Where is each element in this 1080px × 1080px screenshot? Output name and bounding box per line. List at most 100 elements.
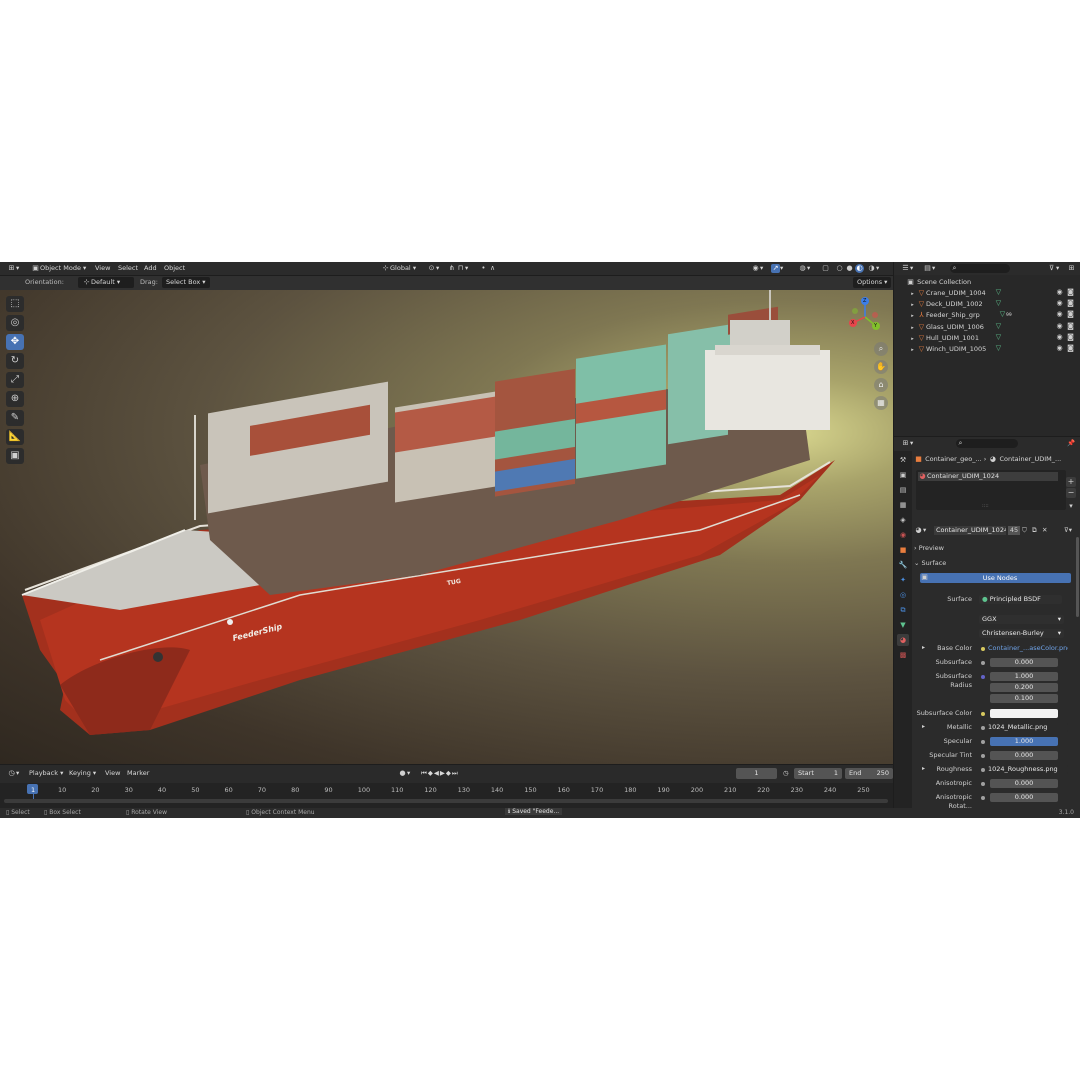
world-tab-icon[interactable]: ◉ — [897, 529, 909, 541]
list-resize-grip[interactable]: :::: — [982, 503, 989, 509]
navigation-gizmo[interactable]: Z Y X — [845, 295, 885, 335]
surface-panel-header[interactable]: ⌄ Surface — [914, 558, 1078, 569]
end-frame-field[interactable]: End 250 — [845, 768, 893, 779]
constraints-tab-icon[interactable]: ⧉ — [897, 604, 909, 616]
display-mode-button[interactable]: ▤▾ — [920, 263, 938, 274]
duplicate-material-icon[interactable]: ⧉ — [1032, 525, 1037, 536]
specular-field[interactable]: 1.000 — [990, 737, 1058, 746]
playback-controls[interactable]: ⏮◆◀▶◆⏭ — [418, 768, 462, 779]
add-cube-tool-icon[interactable]: ▣ — [6, 448, 24, 464]
modifier-tab-icon[interactable]: 🔧 — [897, 559, 909, 571]
expand-arrow-icon[interactable]: ▸ — [908, 301, 917, 310]
expand-arrow-icon[interactable]: ▸ — [908, 324, 917, 333]
output-tab-icon[interactable]: ▤ — [897, 484, 909, 496]
anisotropic-field[interactable]: 0.000 — [990, 779, 1058, 788]
subsurface-radius-x[interactable]: 1.000 — [990, 672, 1058, 681]
subsurface-method-dropdown[interactable]: Christensen-Burley ▾ — [979, 629, 1064, 638]
cursor-tool-icon[interactable]: ◎ — [6, 315, 24, 331]
measure-tool-icon[interactable]: 📐 — [6, 429, 24, 445]
specular-tint-field[interactable]: 0.000 — [990, 751, 1058, 760]
object-tab-icon[interactable]: ■ — [897, 544, 909, 556]
snap-button[interactable]: ⋔ ⊓ ▾ — [444, 263, 471, 274]
subsurface-color-swatch[interactable] — [990, 709, 1058, 718]
render-camera-icon[interactable]: ◙ — [1066, 344, 1075, 353]
editor-type-button[interactable]: ⊞ ▾ — [4, 263, 22, 274]
timeline-menu-marker[interactable]: Marker — [124, 768, 152, 779]
tool-tab-icon[interactable]: ⚒ — [897, 454, 909, 466]
scene-tab-icon[interactable]: ◈ — [897, 514, 909, 526]
options-dropdown[interactable]: Options ▾ — [853, 277, 892, 288]
base-color-field[interactable]: Container_...aseColor.png — [988, 644, 1068, 653]
proportional-edit-button[interactable]: • ∧ — [476, 263, 500, 274]
render-camera-icon[interactable]: ◙ — [1066, 310, 1075, 319]
view-layer-tab-icon[interactable]: ▦ — [897, 499, 909, 511]
pivot-point-button[interactable]: ⊙ ▾ — [424, 263, 442, 274]
properties-scrollbar[interactable] — [1076, 537, 1079, 617]
surface-shader-field[interactable]: ● Principled BSDF — [979, 595, 1062, 604]
shading-rendered-button[interactable]: ◑▾ — [864, 263, 882, 274]
camera-view-icon[interactable]: ⌂ — [874, 378, 888, 392]
outliner-item[interactable]: ▸ ⅄ Feeder_Ship_grp ▽ 99 ◉ ◙ — [894, 310, 1080, 321]
timeline-ruler[interactable]: 1 10 20 30 40 50 60 70 80 90 100 110 120 130 140 150 160… — [0, 783, 893, 808]
menu-view[interactable]: View — [92, 263, 113, 274]
material-users-count[interactable]: 45 — [1008, 526, 1020, 535]
metallic-field[interactable]: 1024_Metallic.png — [988, 723, 1068, 732]
outliner-editor-button[interactable]: ☰▾ — [898, 263, 916, 274]
link-mode-icon[interactable]: ⊽▾ — [1064, 525, 1072, 536]
use-nodes-button[interactable]: ▣ Use Nodes — [920, 573, 1071, 583]
outliner-item[interactable]: ▸ ▽ Winch_UDIM_1005 ▽ ◉ ◙ — [894, 344, 1080, 355]
outliner-item[interactable]: ▸ ▽ Hull_UDIM_1001 ▽ ◉ ◙ — [894, 333, 1080, 344]
drag-dropdown[interactable]: Select Box ▾ — [162, 277, 210, 288]
outliner-search-input[interactable]: ⌕ — [950, 264, 1010, 273]
distribution-dropdown[interactable]: GGX ▾ — [979, 615, 1064, 624]
subsurface-radius-z[interactable]: 0.100 — [990, 694, 1058, 703]
scene-collection-row[interactable]: ▣ Scene Collection — [894, 277, 1080, 288]
perspective-grid-icon[interactable]: ▦ — [874, 396, 888, 410]
render-tab-icon[interactable]: ▣ — [897, 469, 909, 481]
unlink-material-icon[interactable]: ✕ — [1042, 525, 1047, 536]
pan-hand-icon[interactable]: ✋ — [874, 360, 888, 374]
rotate-tool-icon[interactable]: ↻ — [6, 353, 24, 369]
render-camera-icon[interactable]: ◙ — [1066, 299, 1075, 308]
outliner-item[interactable]: ▸ ▽ Glass_UDIM_1006 ▽ ◉ ◙ — [894, 322, 1080, 333]
transform-orientation-dropdown[interactable]: ⊹ Global ▾ — [378, 263, 419, 274]
select-tool-icon[interactable]: ⬚ — [6, 296, 24, 312]
visibility-eye-icon[interactable]: ◉ — [1055, 310, 1064, 319]
xray-button[interactable]: ▢ — [818, 263, 833, 274]
material-browse-icon[interactable]: ◕ — [914, 526, 923, 535]
remove-slot-button[interactable]: − — [1066, 488, 1076, 498]
anisotropic-rotation-field[interactable]: 0.000 — [990, 793, 1058, 802]
current-frame-field[interactable]: 1 — [736, 768, 777, 779]
properties-search-input[interactable]: ⌕ — [956, 439, 1018, 448]
mode-dropdown[interactable]: ▣Object Mode ▾ — [28, 263, 89, 274]
scale-tool-icon[interactable]: ⤢ — [6, 372, 24, 388]
move-tool-icon[interactable]: ✥ — [6, 334, 24, 350]
visibility-eye-icon[interactable]: ◉ — [1055, 333, 1064, 342]
slot-specials-button[interactable]: ▾ — [1066, 501, 1076, 511]
annotate-tool-icon[interactable]: ✎ — [6, 410, 24, 426]
properties-editor-button[interactable]: ⊞ ▾ — [898, 438, 916, 449]
transform-tool-icon[interactable]: ⊕ — [6, 391, 24, 407]
material-name-field[interactable]: Container_UDIM_1024 — [934, 526, 1006, 535]
physics-tab-icon[interactable]: ◎ — [897, 589, 909, 601]
subsurface-field[interactable]: 0.000 — [990, 658, 1058, 667]
material-slot-row[interactable]: ◕Container_UDIM_1024 — [918, 472, 1058, 481]
3d-viewport[interactable]: FeederShip TUG ⬚ ◎ ✥ ↻ ⤢ ⊕ ✎ 📐 ▣ Z Y X ⌕… — [0, 290, 893, 764]
timeline-menu-view[interactable]: View — [102, 768, 123, 779]
timeline-menu-keying[interactable]: Keying ▾ — [66, 768, 99, 779]
expand-arrow-icon[interactable]: ▸ — [908, 335, 917, 344]
material-tab-icon[interactable]: ◕ — [897, 634, 909, 646]
subsurface-radius-y[interactable]: 0.200 — [990, 683, 1058, 692]
overlay-button[interactable]: ◍▾ — [795, 263, 813, 274]
timeline-menu-playback[interactable]: Playback ▾ — [26, 768, 66, 779]
preview-range-icon[interactable]: ◷ — [780, 768, 792, 779]
texture-tab-icon[interactable]: ▩ — [897, 649, 909, 661]
render-camera-icon[interactable]: ◙ — [1066, 288, 1075, 297]
visibility-eye-icon[interactable]: ◉ — [1055, 344, 1064, 353]
zoom-icon[interactable]: ⌕ — [874, 342, 888, 356]
material-slot-list[interactable]: ◕Container_UDIM_1024 :::: — [916, 470, 1066, 510]
preview-panel-header[interactable]: › Preview — [914, 543, 1078, 554]
particles-tab-icon[interactable]: ✦ — [897, 574, 909, 586]
outliner-item[interactable]: ▸ ▽ Deck_UDIM_1002 ▽ ◉ ◙ — [894, 299, 1080, 310]
pin-icon[interactable]: 📌 — [1064, 438, 1078, 449]
